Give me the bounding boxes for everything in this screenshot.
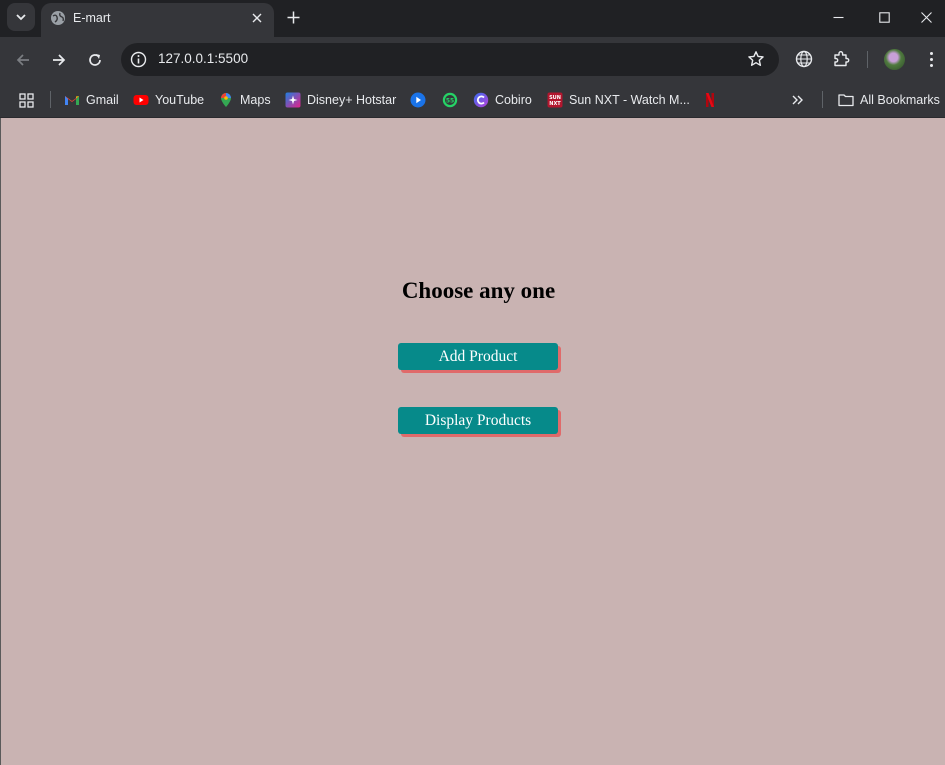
forward-button[interactable] <box>46 47 72 73</box>
gmail-icon <box>65 96 79 105</box>
bookmark-label: Cobiro <box>495 93 532 107</box>
tab-title: E-mart <box>73 11 111 25</box>
add-product-button[interactable]: Add Product <box>398 343 558 370</box>
translate-button[interactable] <box>794 49 814 69</box>
close-icon <box>920 11 932 23</box>
kebab-menu-icon[interactable] <box>924 49 938 69</box>
bookmark-netflix[interactable] <box>702 89 724 111</box>
new-tab-button[interactable] <box>283 7 303 27</box>
globe-icon <box>795 50 813 68</box>
cobiro-icon <box>473 92 489 108</box>
bookmark-label: Gmail <box>86 93 119 107</box>
bookmark-label: Maps <box>240 93 271 107</box>
play-icon <box>410 92 426 108</box>
apps-grid-icon <box>19 92 34 108</box>
tab-search-button[interactable] <box>7 3 35 31</box>
netflix-icon <box>706 93 714 107</box>
minimize-icon <box>833 16 843 18</box>
minimize-button[interactable] <box>815 0 861 34</box>
bookmark-play[interactable] <box>410 89 432 111</box>
bookmark-maps[interactable]: Maps <box>218 89 271 111</box>
bookmark-youtube[interactable]: YouTube <box>133 89 204 111</box>
maximize-icon <box>878 11 890 23</box>
address-url[interactable]: 127.0.0.1:5500 <box>158 51 248 66</box>
maps-icon <box>221 93 231 107</box>
puzzle-icon <box>834 51 850 67</box>
bookmarks-bar: Gmail YouTube Maps Disney+ Hotstar 55 Co… <box>0 82 945 118</box>
info-icon[interactable] <box>130 51 147 68</box>
page-heading: Choose any one <box>401 278 556 303</box>
chevron-double-right-icon <box>792 95 803 105</box>
bookmarks-divider <box>50 91 51 108</box>
display-products-button[interactable]: Display Products <box>398 407 558 434</box>
bookmark-label: YouTube <box>155 93 205 107</box>
arrow-right-icon <box>53 54 66 66</box>
extensions-button[interactable] <box>831 49 851 69</box>
maximize-button[interactable] <box>861 0 907 34</box>
bookmark-disney-hotstar[interactable]: Disney+ Hotstar <box>285 89 396 111</box>
bookmark-label: Disney+ Hotstar <box>307 93 397 107</box>
tab-close-button[interactable] <box>248 9 266 27</box>
svg-text:55: 55 <box>446 97 454 104</box>
profile-avatar[interactable] <box>884 49 905 70</box>
star-icon[interactable] <box>747 50 765 68</box>
browser-toolbar: 127.0.0.1:5500 <box>0 37 945 82</box>
all-bookmarks-label: All Bookmarks <box>860 93 940 107</box>
globe-icon <box>51 11 65 25</box>
youtube-icon <box>133 95 149 105</box>
bookmark-sun-nxt[interactable]: SUN NXT Sun NXT - Watch M... <box>547 89 690 111</box>
reload-icon <box>89 54 101 66</box>
sunnxt-icon: SUN NXT <box>547 92 563 108</box>
arrow-left-icon <box>16 54 29 66</box>
page-viewport: Choose any one Add Product Display Produ… <box>0 118 945 765</box>
close-icon <box>252 13 262 23</box>
reload-button[interactable] <box>82 47 108 73</box>
back-button[interactable] <box>10 47 36 73</box>
folder-icon <box>838 94 854 107</box>
title-bar: E-mart <box>0 0 945 37</box>
close-window-button[interactable] <box>903 0 945 34</box>
chevron-down-icon <box>16 14 26 21</box>
svg-text:NXT: NXT <box>549 101 561 107</box>
bookmarks-divider <box>822 91 823 108</box>
plus-icon <box>287 11 299 23</box>
address-bar[interactable]: 127.0.0.1:5500 <box>121 43 779 76</box>
bookmark-whatsapp[interactable]: 55 <box>442 89 464 111</box>
bookmark-gmail[interactable]: Gmail <box>64 89 119 111</box>
tab-e-mart[interactable]: E-mart <box>41 3 274 37</box>
all-bookmarks-button[interactable]: All Bookmarks <box>838 89 940 111</box>
more-bookmarks-button[interactable] <box>791 89 805 111</box>
bookmark-cobiro[interactable]: Cobiro <box>473 89 532 111</box>
toolbar-divider <box>867 51 868 68</box>
apps-button[interactable] <box>19 89 34 111</box>
whatsapp-icon: 55 <box>442 92 458 108</box>
bookmark-label: Sun NXT - Watch M... <box>569 93 690 107</box>
hotstar-icon <box>285 92 301 108</box>
